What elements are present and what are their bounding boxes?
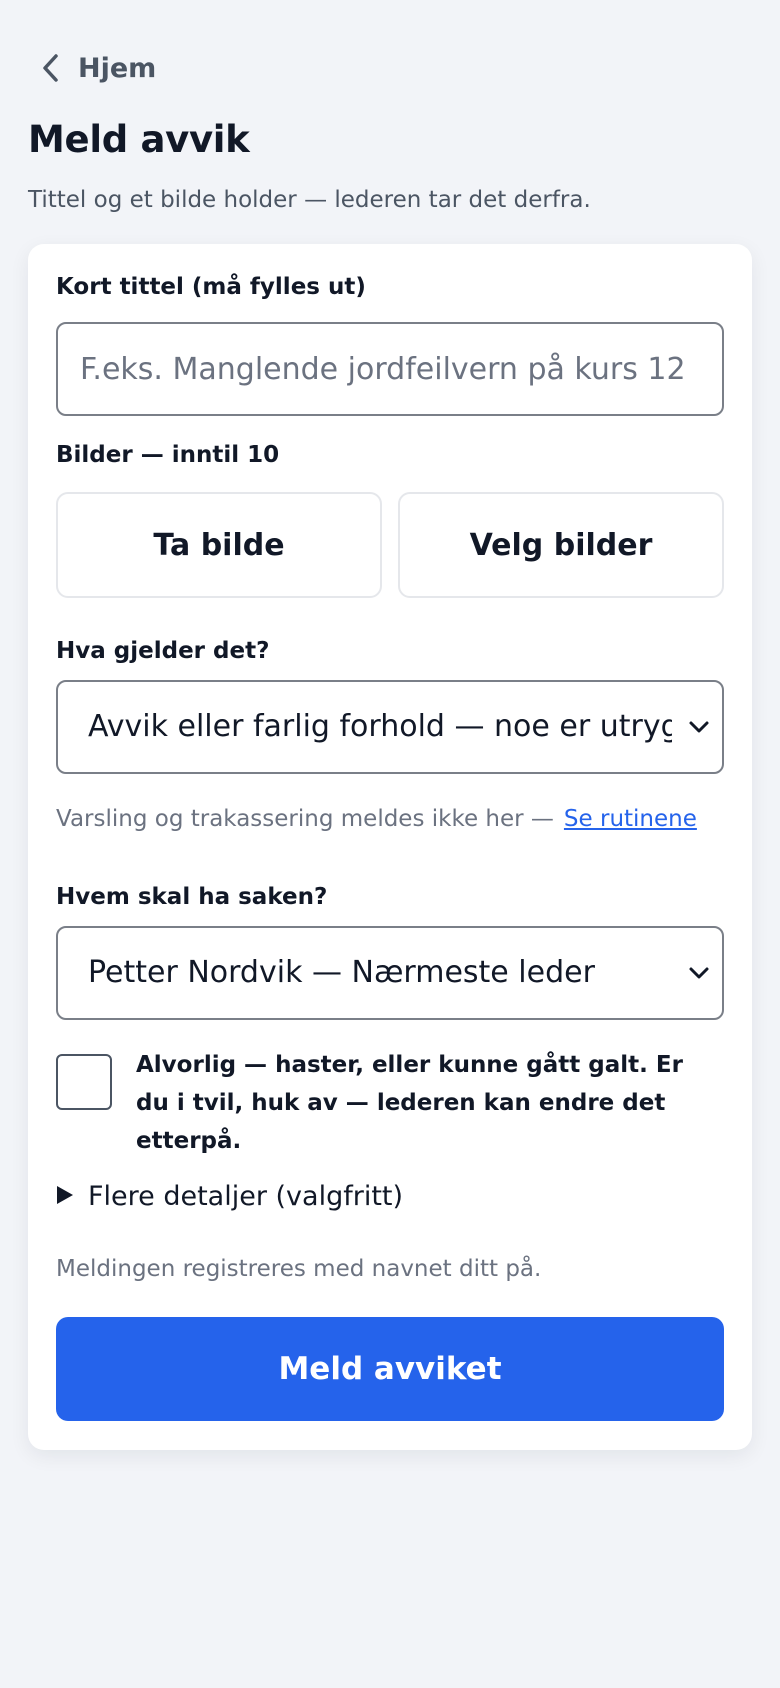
identity-note: Meldingen registreres med navnet ditt på… (56, 1256, 542, 1282)
take-photo-button[interactable]: Ta bilde (56, 492, 382, 598)
submit-button[interactable]: Meld avviket (56, 1317, 724, 1421)
assignee-select[interactable]: Petter Nordvik — Nærmeste leder (56, 926, 724, 1020)
title-field-label: Kort tittel (må fylles ut) (56, 274, 366, 300)
serious-checkbox[interactable] (56, 1054, 112, 1110)
page-subtitle: Tittel og et bilde holder — lederen tar … (28, 187, 591, 213)
choose-photos-button[interactable]: Velg bilder (398, 492, 724, 598)
routines-link[interactable]: Se rutinene (564, 806, 697, 832)
category-label: Hva gjelder det? (56, 638, 270, 664)
hint-text: Varsling og trakassering meldes ikke her… (56, 806, 554, 832)
page-title: Meld avvik (28, 118, 250, 161)
category-selected-value: Avvik eller farlig forhold — noe er utry… (88, 709, 672, 744)
more-details-toggle[interactable]: Flere detaljer (valgfritt) (56, 1176, 403, 1216)
photos-label: Bilder — inntil 10 (56, 442, 280, 468)
back-label: Hjem (78, 52, 157, 84)
assignee-selected-value: Petter Nordvik — Nærmeste leder (88, 955, 595, 990)
triangle-right-icon (56, 1181, 74, 1212)
chevron-left-icon (40, 53, 60, 83)
back-link[interactable]: Hjem (40, 44, 156, 92)
chevron-down-icon (688, 715, 710, 743)
more-details-label: Flere detaljer (valgfritt) (88, 1180, 404, 1212)
serious-checkbox-label: Alvorlig — haster, eller kunne gått galt… (136, 1052, 683, 1154)
assignee-label: Hvem skal ha saken? (56, 884, 328, 910)
reporting-hint: Varsling og trakassering meldes ikke her… (56, 806, 697, 832)
report-form-card: Kort tittel (må fylles ut) Bilder — innt… (28, 244, 752, 1450)
category-select[interactable]: Avvik eller farlig forhold — noe er utry… (56, 680, 724, 774)
title-input[interactable] (56, 322, 724, 416)
chevron-down-icon (688, 961, 710, 989)
